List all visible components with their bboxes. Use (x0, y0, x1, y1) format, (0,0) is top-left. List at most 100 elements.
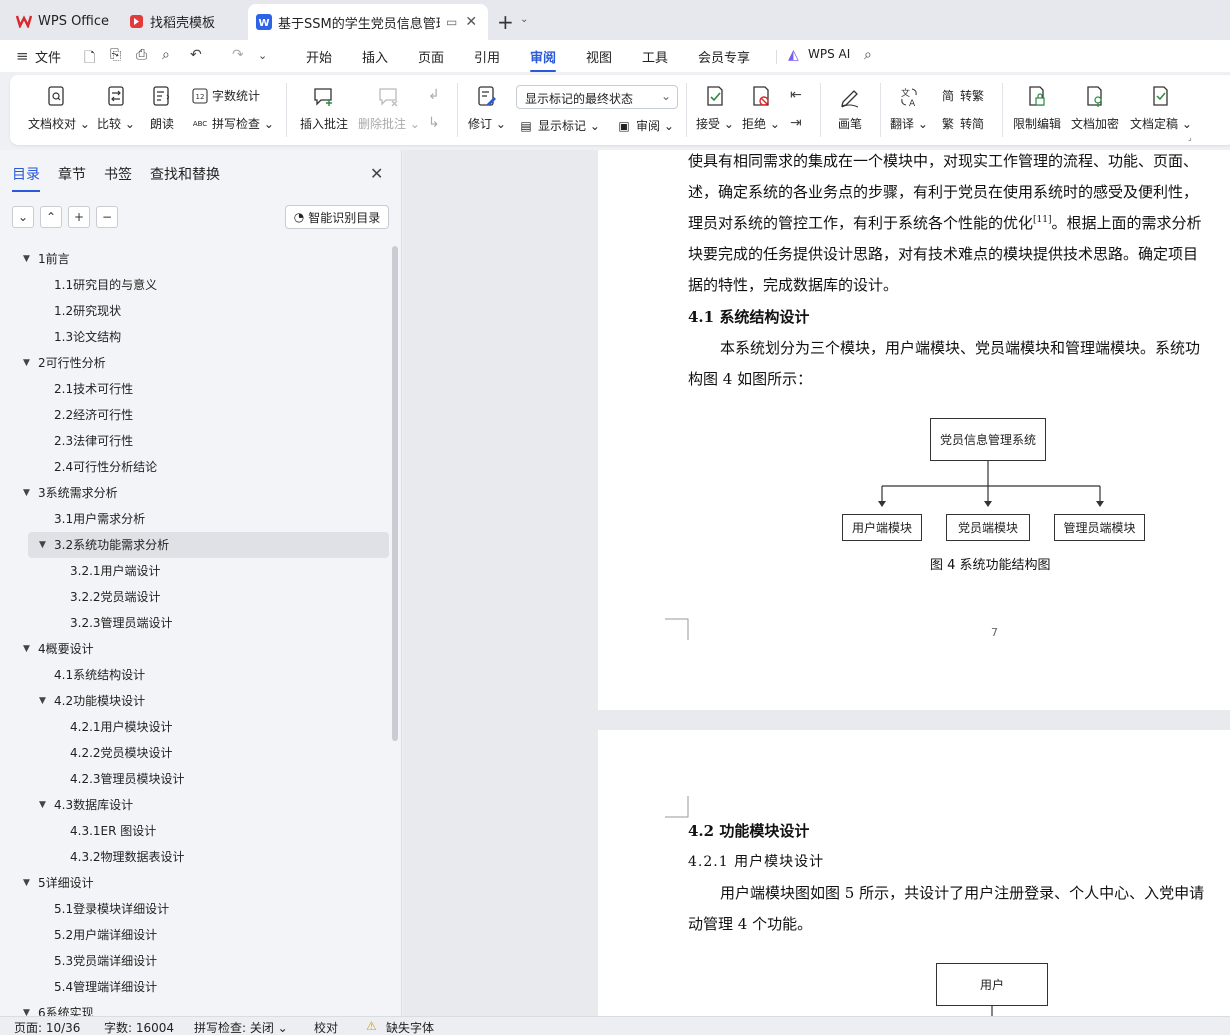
compare-button[interactable]: 比较 ⌄ (96, 83, 136, 132)
toc-item[interactable]: ▼ 3.2系统功能需求分析 (28, 532, 389, 558)
share-icon[interactable]: ⎘ (110, 47, 121, 63)
page-indicator[interactable]: 页面: 10/36 (14, 1019, 80, 1035)
reject-button[interactable]: 拒绝 ⌄ (742, 83, 780, 132)
toc-item[interactable]: 2.2经济可行性 (0, 402, 390, 428)
toc-item[interactable]: 5.4管理端详细设计 (0, 974, 390, 1000)
toc-item[interactable]: 2.3法律可行性 (0, 428, 390, 454)
tab-find-replace[interactable]: 查找和替换 (150, 164, 220, 184)
expand-toggle-icon[interactable]: ▼ (23, 1000, 30, 1016)
toc-item[interactable]: 4.1系统结构设计 (0, 662, 390, 688)
toc-item[interactable]: ▼ 4概要设计 (0, 636, 390, 662)
delete-comment-button[interactable]: 删除批注 ⌄ (358, 83, 420, 132)
prev-change-icon[interactable]: ⇤ (790, 87, 802, 103)
expand-toggle-icon[interactable]: ▼ (39, 532, 46, 558)
search-icon[interactable]: ⌕ (864, 47, 872, 63)
menu-home[interactable]: 开始 (306, 47, 332, 66)
menu-wps-ai[interactable]: WPS AI (808, 47, 850, 61)
collapse-down-button[interactable]: ⌄ (12, 206, 34, 228)
doc-check-button[interactable]: 文档校对 ⌄ (28, 83, 90, 132)
chevron-down-icon[interactable]: ⌄ (520, 14, 528, 25)
proofread-indicator[interactable]: 校对 (314, 1019, 338, 1035)
toc-item[interactable]: ▼ 6系统实现 (0, 1000, 390, 1016)
collapse-up-button[interactable]: ⌃ (40, 206, 62, 228)
missing-font-indicator[interactable]: 缺失字体 (386, 1019, 434, 1035)
toc-item[interactable]: ▼ 3系统需求分析 (0, 480, 390, 506)
translate-button[interactable]: 文A 翻译 ⌄ (890, 83, 928, 132)
undo-icon[interactable]: ↶ (190, 47, 202, 63)
encrypt-button[interactable]: 文档加密 (1070, 83, 1120, 132)
toc-item[interactable]: 3.2.1用户端设计 (0, 558, 390, 584)
tab-chapters[interactable]: 章节 (58, 164, 86, 184)
toc-item[interactable]: 2.1技术可行性 (0, 376, 390, 402)
toc-item[interactable]: 4.3.2物理数据表设计 (0, 844, 390, 870)
redo-icon[interactable]: ↷ (232, 47, 244, 63)
markup-state-select[interactable]: 显示标记的最终状态 ⌄ (516, 85, 678, 109)
toc-item[interactable]: 4.2.2党员模块设计 (0, 740, 390, 766)
toc-item[interactable]: ▼ 1前言 (0, 246, 390, 272)
smart-toc-button[interactable]: ◔ 智能识别目录 (285, 205, 389, 229)
menu-insert[interactable]: 插入 (362, 47, 388, 66)
menu-tools[interactable]: 工具 (642, 47, 668, 66)
tab-document[interactable]: W 基于SSM的学生党员信息管理 ▭ ✕ (248, 4, 488, 40)
next-change-icon[interactable]: ⇥ (790, 115, 802, 131)
print-preview-icon[interactable]: ⌕ (162, 47, 170, 63)
toc-item[interactable]: 4.2.3管理员模块设计 (0, 766, 390, 792)
toc-item[interactable]: 5.1登录模块详细设计 (0, 896, 390, 922)
read-aloud-button[interactable]: 朗读 (146, 83, 178, 132)
tab-docer[interactable]: 找稻壳模板 (120, 6, 223, 36)
menu-file[interactable]: 文件 (35, 47, 61, 66)
menu-page[interactable]: 页面 (418, 47, 444, 66)
tab-bookmarks[interactable]: 书签 (104, 164, 132, 184)
to-simplified-button[interactable]: 繁 转简 (940, 115, 984, 132)
word-count-button[interactable]: 12 字数统计 (192, 87, 260, 104)
save-icon[interactable]: 🗋 (84, 47, 95, 71)
toc-item[interactable]: 5.3党员端详细设计 (0, 948, 390, 974)
print-icon[interactable]: ⎙ (136, 47, 147, 63)
expand-toggle-icon[interactable]: ▼ (23, 480, 30, 506)
ribbon-expand-icon[interactable]: ⌟ (1188, 133, 1192, 142)
next-comment-icon[interactable]: ↳ (428, 115, 440, 131)
menu-review[interactable]: 审阅 (530, 47, 557, 72)
hamburger-icon[interactable]: ≡ (16, 47, 29, 65)
expand-toggle-icon[interactable]: ▼ (23, 870, 30, 896)
prev-comment-icon[interactable]: ↲ (428, 87, 440, 103)
expand-toggle-icon[interactable]: ▼ (23, 246, 30, 272)
expand-toggle-icon[interactable]: ▼ (39, 792, 46, 818)
spell-check-indicator[interactable]: 拼写检查: 关闭 ⌄ (194, 1019, 288, 1035)
show-markup-button[interactable]: ▤ 显示标记 ⌄ (518, 117, 600, 134)
more-chevron-icon[interactable]: ⌄ (258, 49, 267, 62)
accept-button[interactable]: 接受 ⌄ (696, 83, 734, 132)
toc-scrollbar[interactable] (392, 246, 398, 741)
toc-item[interactable]: ▼ 4.2功能模块设计 (0, 688, 390, 714)
close-tab-icon[interactable]: ✕ (465, 14, 477, 30)
tab-wps-office[interactable]: WPS Office (8, 6, 117, 36)
toc-item[interactable]: 3.2.3管理员端设计 (0, 610, 390, 636)
toc-item[interactable]: 4.2.1用户模块设计 (0, 714, 390, 740)
close-icon[interactable]: ✕ (370, 164, 383, 183)
toc-item[interactable]: 1.3论文结构 (0, 324, 390, 350)
spell-check-button[interactable]: ABC 拼写检查 ⌄ (192, 115, 274, 132)
word-count-indicator[interactable]: 字数: 16004 (104, 1019, 174, 1035)
track-changes-button[interactable]: 修订 ⌄ (468, 83, 506, 132)
finalize-button[interactable]: 文档定稿 ⌄ (1130, 83, 1192, 132)
toc-item[interactable]: 2.4可行性分析结论 (0, 454, 390, 480)
new-tab-icon[interactable]: + (497, 10, 514, 34)
to-traditional-button[interactable]: 简 转繁 (940, 87, 984, 104)
pen-button[interactable]: 画笔 (832, 83, 868, 132)
toc-item[interactable]: 3.2.2党员端设计 (0, 584, 390, 610)
menu-references[interactable]: 引用 (474, 47, 500, 66)
expand-toggle-icon[interactable]: ▼ (23, 350, 30, 376)
toc-item[interactable]: 1.1研究目的与意义 (0, 272, 390, 298)
add-heading-button[interactable]: + (68, 206, 90, 228)
toc-item[interactable]: 1.2研究现状 (0, 298, 390, 324)
toc-item[interactable]: 5.2用户端详细设计 (0, 922, 390, 948)
toc-item[interactable]: 3.1用户需求分析 (0, 506, 390, 532)
menu-view[interactable]: 视图 (586, 47, 612, 66)
toc-item[interactable]: ▼ 4.3数据库设计 (0, 792, 390, 818)
toc-item[interactable]: ▼ 2可行性分析 (0, 350, 390, 376)
toc-item[interactable]: 4.3.1ER 图设计 (0, 818, 390, 844)
expand-toggle-icon[interactable]: ▼ (39, 688, 46, 714)
review-pane-button[interactable]: ▣ 审阅 ⌄ (616, 117, 674, 134)
restrict-edit-button[interactable]: 限制编辑 (1012, 83, 1062, 132)
remove-heading-button[interactable]: − (96, 206, 118, 228)
